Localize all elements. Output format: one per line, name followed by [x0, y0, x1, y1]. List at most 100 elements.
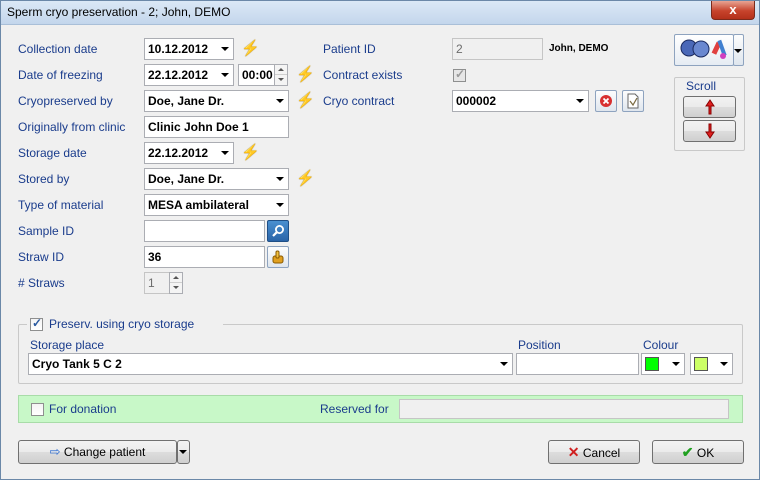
storage-date-label: Storage date [18, 146, 87, 160]
scroll-up-button[interactable] [683, 96, 736, 118]
cryo-storage-header: Preserv. using cryo storage [27, 316, 223, 332]
ok-label: OK [696, 446, 715, 460]
straw-id-value: 36 [148, 250, 162, 264]
window-title: Sperm cryo preservation - 2; John, DEMO [7, 5, 231, 19]
cryopreserved-by-value: Doe, Jane Dr. [148, 94, 225, 108]
storage-place-label: Storage place [30, 338, 105, 352]
spin-down-icon [170, 283, 182, 293]
position-input[interactable] [516, 353, 639, 375]
cryo-contract-value: 000002 [456, 94, 497, 108]
chevron-down-icon [275, 91, 285, 111]
originally-from-clinic-value: Clinic John Doe 1 [148, 120, 249, 134]
arrow-up-icon [704, 99, 715, 115]
collection-date-label: Collection date [18, 42, 98, 56]
lightning-icon[interactable]: ⚡ [296, 66, 315, 84]
contract-exists-checkbox [453, 67, 466, 82]
delete-icon [600, 95, 612, 107]
reserved-for-label: Reserved for [320, 402, 389, 416]
change-patient-dropdown[interactable] [177, 440, 190, 464]
close-window-button[interactable]: x [711, 1, 755, 20]
patient-id-input: 2 [452, 38, 543, 60]
sample-id-label: Sample ID [18, 224, 75, 238]
for-donation-label: For donation [49, 402, 117, 416]
spin-up-icon [170, 273, 182, 283]
date-of-freezing-value: 22.12.2012 [148, 68, 209, 82]
checkmark-icon: ✔ [681, 444, 694, 460]
cryo-preservation-window: Sperm cryo preservation - 2; John, DEMO … [0, 0, 760, 480]
cancel-button[interactable]: ✕ Cancel [548, 440, 640, 464]
colour-1-swatch [645, 357, 659, 371]
chevron-down-icon [220, 143, 230, 163]
preserv-cryo-storage-label: Preserv. using cryo storage [49, 317, 195, 331]
chevron-down-icon [575, 91, 585, 111]
chevron-down-icon [733, 41, 743, 61]
lightning-icon[interactable]: ⚡ [241, 144, 260, 162]
freezing-time-spinner[interactable] [274, 64, 288, 86]
cryo-contract-label: Cryo contract [323, 94, 395, 108]
collection-date-picker[interactable]: 10.12.2012 [144, 38, 234, 60]
stored-by-label: Stored by [18, 172, 70, 186]
collection-date-value: 10.12.2012 [148, 42, 209, 56]
cryopreserved-by-select[interactable]: Doe, Jane Dr. [144, 90, 289, 112]
spin-down-icon[interactable] [275, 75, 287, 85]
change-patient-button[interactable]: ⇨ Change patient [18, 440, 177, 464]
originally-from-clinic-input[interactable]: Clinic John Doe 1 [144, 116, 289, 138]
ok-button[interactable]: ✔ OK [652, 440, 744, 464]
storage-date-picker[interactable]: 22.12.2012 [144, 142, 234, 164]
chevron-down-icon [178, 442, 188, 462]
chevron-down-icon [719, 354, 729, 374]
type-of-material-select[interactable]: MESA ambilateral [144, 194, 289, 216]
scroll-label: Scroll [686, 79, 717, 93]
patient-name: John, DEMO [549, 43, 609, 54]
lightning-icon[interactable]: ⚡ [241, 40, 260, 58]
clear-contract-button[interactable] [595, 90, 617, 112]
stored-by-value: Doe, Jane Dr. [148, 172, 225, 186]
num-straws-label: # Straws [18, 276, 65, 290]
originally-from-clinic-label: Originally from clinic [18, 120, 126, 134]
type-of-material-value: MESA ambilateral [148, 198, 249, 212]
arrow-right-icon: ⇨ [49, 444, 61, 459]
chevron-down-icon [220, 65, 230, 85]
cryo-contract-select[interactable]: 000002 [452, 90, 589, 112]
date-of-freezing-label: Date of freezing [18, 68, 103, 82]
date-of-freezing-picker[interactable]: 22.12.2012 [144, 64, 234, 86]
patient-couple-button[interactable] [674, 34, 734, 66]
patient-id-label: Patient ID [323, 42, 376, 56]
lightning-icon[interactable]: ⚡ [296, 92, 315, 110]
storage-place-value: Cryo Tank 5 C 2 [32, 357, 122, 371]
arrow-down-icon [704, 123, 715, 139]
num-straws-input: 1 [144, 272, 170, 294]
straw-id-lookup-button[interactable] [267, 246, 289, 268]
cancel-label: Cancel [582, 446, 621, 460]
scroll-down-button[interactable] [683, 120, 736, 142]
title-bar: Sperm cryo preservation - 2; John, DEMO … [1, 1, 759, 25]
for-donation-checkbox[interactable] [31, 403, 44, 416]
colour-2-picker[interactable] [690, 353, 733, 375]
chevron-down-icon [671, 354, 681, 374]
spin-up-icon[interactable] [275, 65, 287, 75]
scroll-panel: Scroll [674, 77, 745, 151]
type-of-material-label: Type of material [18, 198, 104, 212]
reserved-for-input [399, 399, 729, 419]
document-icon [627, 93, 639, 109]
sample-id-search-button[interactable] [267, 220, 289, 242]
sample-id-input[interactable] [144, 220, 265, 242]
num-straws-spinner [169, 272, 183, 294]
stored-by-select[interactable]: Doe, Jane Dr. [144, 168, 289, 190]
search-icon [272, 225, 284, 237]
freezing-time-value: 00:00 [242, 68, 273, 82]
colour-1-picker[interactable] [641, 353, 685, 375]
close-icon: ✕ [567, 444, 580, 460]
lightning-icon[interactable]: ⚡ [296, 170, 315, 188]
patient-menu-dropdown[interactable] [733, 34, 744, 66]
straw-id-input[interactable]: 36 [144, 246, 265, 268]
storage-place-select[interactable]: Cryo Tank 5 C 2 [28, 353, 513, 375]
contract-exists-label: Contract exists [323, 68, 403, 82]
patient-id-value: 2 [456, 42, 463, 56]
num-straws-value: 1 [148, 276, 155, 290]
preserv-cryo-storage-checkbox[interactable] [30, 316, 43, 331]
position-label: Position [518, 338, 561, 352]
freezing-time-input[interactable]: 00:00 [238, 64, 275, 86]
donation-panel: For donation Reserved for [18, 395, 743, 423]
open-contract-button[interactable] [622, 90, 644, 112]
